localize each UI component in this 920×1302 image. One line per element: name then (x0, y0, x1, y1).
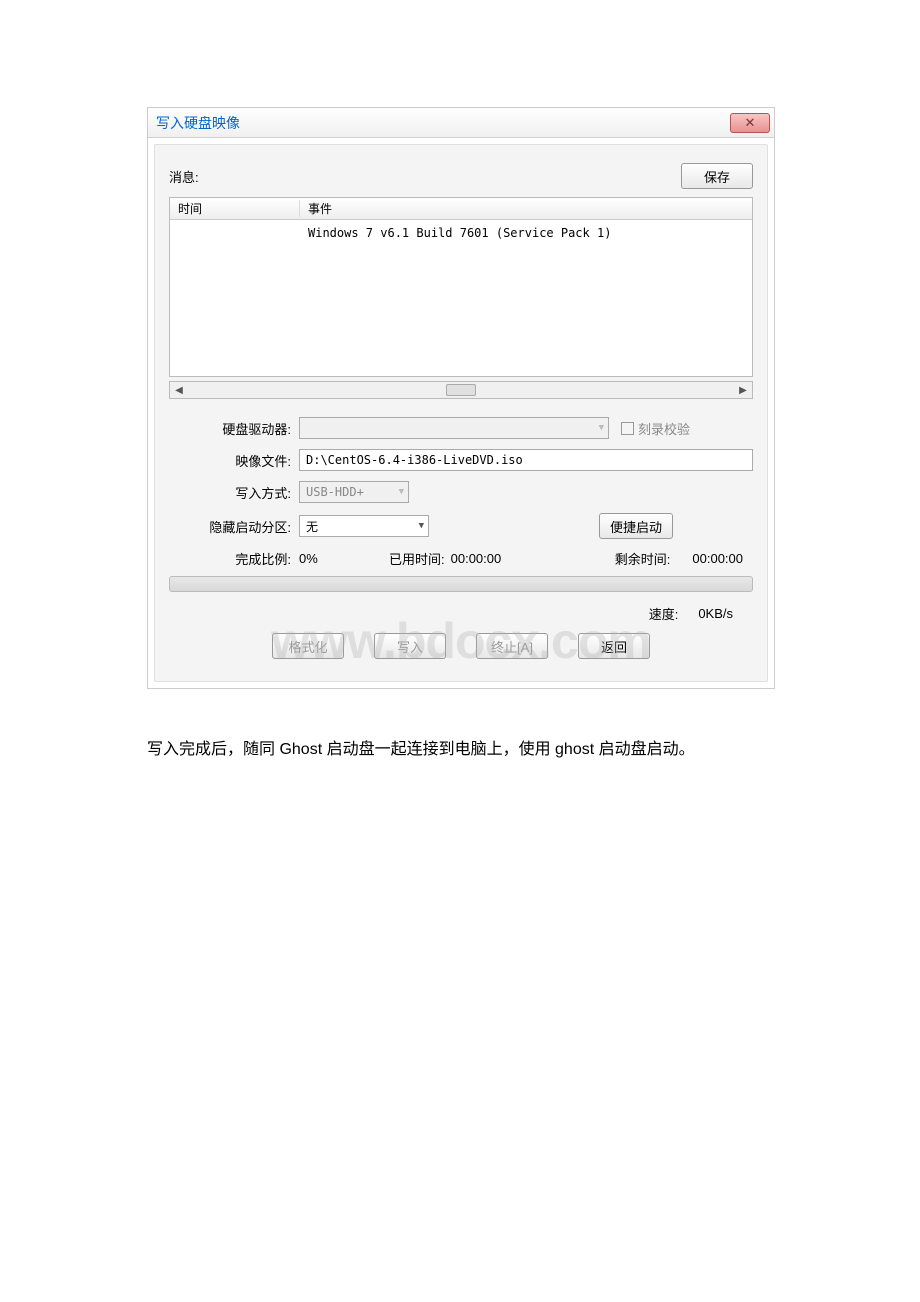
remaining-label: 剩余时间: (615, 549, 671, 568)
chevron-down-icon: ▼ (419, 521, 424, 531)
hidden-boot-row: 隐藏启动分区: 无 ▼ 便捷启动 (169, 513, 753, 539)
chevron-down-icon: ▼ (399, 487, 404, 497)
message-label: 消息: (169, 167, 199, 186)
scroll-right-icon[interactable]: ▶ (734, 382, 752, 398)
hidden-boot-value: 无 (306, 518, 318, 535)
log-cell-event: Windows 7 v6.1 Build 7601 (Service Pack … (300, 226, 752, 240)
drive-combo[interactable]: ▼ (299, 417, 609, 439)
write-mode-value: USB-HDD+ (306, 485, 364, 499)
write-mode-combo[interactable]: USB-HDD+ ▼ (299, 481, 409, 503)
scroll-left-icon[interactable]: ◀ (170, 382, 188, 398)
log-header-time: 时间 (170, 200, 300, 217)
remaining-value: 00:00:00 (692, 551, 743, 566)
write-disk-image-dialog: 写入硬盘映像 ✕ 消息: 保存 时间 事件 Windows 7 v6.1 Bui… (147, 107, 775, 689)
horizontal-scrollbar[interactable]: ◀ ▶ (169, 381, 753, 399)
percent-label: 完成比例: (169, 549, 299, 568)
dialog-title: 写入硬盘映像 (156, 113, 240, 133)
close-icon: ✕ (745, 115, 756, 131)
hidden-boot-label: 隐藏启动分区: (169, 517, 299, 536)
dialog-body: 消息: 保存 时间 事件 Windows 7 v6.1 Build 7601 (… (154, 144, 768, 682)
chevron-down-icon: ▼ (599, 423, 604, 433)
abort-button[interactable]: 终止[A] (476, 633, 548, 659)
log-body: Windows 7 v6.1 Build 7601 (Service Pack … (170, 220, 752, 376)
verify-checkbox[interactable] (621, 422, 634, 435)
save-button[interactable]: 保存 (681, 163, 753, 189)
caption-text: 写入完成后，随同 Ghost 启动盘一起连接到电脑上，使用 ghost 启动盘启… (147, 735, 695, 759)
write-button[interactable]: 写入 (374, 633, 446, 659)
convenient-boot-button[interactable]: 便捷启动 (599, 513, 673, 539)
percent-value: 0% (299, 551, 318, 566)
log-table: 时间 事件 Windows 7 v6.1 Build 7601 (Service… (169, 197, 753, 377)
drive-row: 硬盘驱动器: ▼ 刻录校验 (169, 417, 753, 439)
log-header-event: 事件 (300, 200, 752, 217)
close-button[interactable]: ✕ (730, 113, 770, 133)
elapsed-value: 00:00:00 (451, 551, 502, 566)
scroll-thumb[interactable] (446, 384, 476, 396)
image-row: 映像文件: D:\CentOS-6.4-i386-LiveDVD.iso (169, 449, 753, 471)
button-row: 格式化 写入 终止[A] 返回 (169, 633, 753, 659)
speed-row: 速度: 0KB/s (169, 604, 753, 623)
elapsed-label: 已用时间: (389, 549, 445, 568)
image-file-input[interactable]: D:\CentOS-6.4-i386-LiveDVD.iso (299, 449, 753, 471)
speed-label: 速度: (649, 604, 679, 623)
write-mode-row: 写入方式: USB-HDD+ ▼ (169, 481, 753, 503)
format-button[interactable]: 格式化 (272, 633, 344, 659)
image-file-value: D:\CentOS-6.4-i386-LiveDVD.iso (306, 453, 523, 467)
write-mode-label: 写入方式: (169, 483, 299, 502)
return-button[interactable]: 返回 (578, 633, 650, 659)
verify-label: 刻录校验 (638, 419, 690, 438)
drive-label: 硬盘驱动器: (169, 419, 299, 438)
progress-bar (169, 576, 753, 592)
speed-value: 0KB/s (698, 606, 733, 621)
message-row: 消息: 保存 (169, 163, 753, 189)
image-label: 映像文件: (169, 451, 299, 470)
verify-checkbox-wrap[interactable]: 刻录校验 (621, 419, 690, 438)
log-row: Windows 7 v6.1 Build 7601 (Service Pack … (170, 224, 752, 242)
titlebar: 写入硬盘映像 ✕ (148, 108, 774, 138)
progress-info-row: 完成比例: 0% 已用时间: 00:00:00 剩余时间: 00:00:00 (169, 549, 753, 568)
log-header: 时间 事件 (170, 198, 752, 220)
hidden-boot-combo[interactable]: 无 ▼ (299, 515, 429, 537)
